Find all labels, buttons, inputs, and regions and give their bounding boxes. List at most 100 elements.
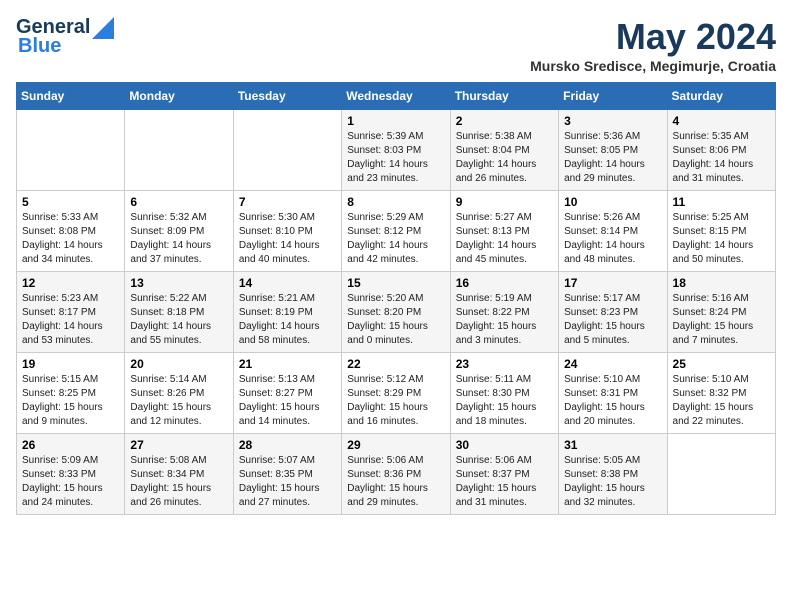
day-number: 26: [22, 438, 119, 452]
day-info: Sunrise: 5:13 AM Sunset: 8:27 PM Dayligh…: [239, 373, 336, 429]
day-number: 19: [22, 357, 119, 371]
day-number: 28: [239, 438, 336, 452]
day-info: Sunrise: 5:36 AM Sunset: 8:05 PM Dayligh…: [564, 130, 661, 186]
day-number: 2: [456, 114, 553, 128]
calendar-body: 1 Sunrise: 5:39 AM Sunset: 8:03 PM Daylig…: [17, 110, 776, 515]
calendar-day-6: 6 Sunrise: 5:32 AM Sunset: 8:09 PM Daylig…: [125, 191, 233, 272]
day-number: 13: [130, 276, 227, 290]
calendar-day-10: 10 Sunrise: 5:26 AM Sunset: 8:14 PM Dayli…: [559, 191, 667, 272]
day-number: 15: [347, 276, 444, 290]
title-block: May 2024 Mursko Sredisce, Megimurje, Cro…: [530, 16, 776, 74]
day-number: 1: [347, 114, 444, 128]
logo: General Blue: [16, 16, 114, 58]
day-info: Sunrise: 5:10 AM Sunset: 8:31 PM Dayligh…: [564, 373, 661, 429]
day-number: 18: [673, 276, 770, 290]
day-info: Sunrise: 5:21 AM Sunset: 8:19 PM Dayligh…: [239, 292, 336, 348]
day-info: Sunrise: 5:20 AM Sunset: 8:20 PM Dayligh…: [347, 292, 444, 348]
day-number: 17: [564, 276, 661, 290]
calendar-day-7: 7 Sunrise: 5:30 AM Sunset: 8:10 PM Daylig…: [233, 191, 341, 272]
day-number: 25: [673, 357, 770, 371]
day-info: Sunrise: 5:32 AM Sunset: 8:09 PM Dayligh…: [130, 211, 227, 267]
calendar-day-19: 19 Sunrise: 5:15 AM Sunset: 8:25 PM Dayli…: [17, 353, 125, 434]
header-day-wednesday: Wednesday: [342, 83, 450, 110]
day-info: Sunrise: 5:16 AM Sunset: 8:24 PM Dayligh…: [673, 292, 770, 348]
day-info: Sunrise: 5:25 AM Sunset: 8:15 PM Dayligh…: [673, 211, 770, 267]
calendar-day-31: 31 Sunrise: 5:05 AM Sunset: 8:38 PM Dayli…: [559, 434, 667, 515]
calendar-day-23: 23 Sunrise: 5:11 AM Sunset: 8:30 PM Dayli…: [450, 353, 558, 434]
day-number: 31: [564, 438, 661, 452]
day-number: 10: [564, 195, 661, 209]
day-info: Sunrise: 5:15 AM Sunset: 8:25 PM Dayligh…: [22, 373, 119, 429]
calendar-day-28: 28 Sunrise: 5:07 AM Sunset: 8:35 PM Dayli…: [233, 434, 341, 515]
calendar-week-3: 12 Sunrise: 5:23 AM Sunset: 8:17 PM Dayli…: [17, 272, 776, 353]
calendar-day-empty: [667, 434, 775, 515]
calendar-day-12: 12 Sunrise: 5:23 AM Sunset: 8:17 PM Dayli…: [17, 272, 125, 353]
day-info: Sunrise: 5:39 AM Sunset: 8:03 PM Dayligh…: [347, 130, 444, 186]
header-day-saturday: Saturday: [667, 83, 775, 110]
day-info: Sunrise: 5:10 AM Sunset: 8:32 PM Dayligh…: [673, 373, 770, 429]
day-info: Sunrise: 5:23 AM Sunset: 8:17 PM Dayligh…: [22, 292, 119, 348]
calendar-day-11: 11Sunrise: 5:25 AM Sunset: 8:15 PM Dayli…: [667, 191, 775, 272]
calendar-header: SundayMondayTuesdayWednesdayThursdayFrid…: [17, 83, 776, 110]
day-number: 7: [239, 195, 336, 209]
day-info: Sunrise: 5:06 AM Sunset: 8:36 PM Dayligh…: [347, 454, 444, 510]
day-number: 9: [456, 195, 553, 209]
day-number: 30: [456, 438, 553, 452]
day-number: 16: [456, 276, 553, 290]
calendar-day-1: 1 Sunrise: 5:39 AM Sunset: 8:03 PM Daylig…: [342, 110, 450, 191]
calendar-day-empty: [17, 110, 125, 191]
day-info: Sunrise: 5:30 AM Sunset: 8:10 PM Dayligh…: [239, 211, 336, 267]
calendar-day-30: 30 Sunrise: 5:06 AM Sunset: 8:37 PM Dayli…: [450, 434, 558, 515]
day-info: Sunrise: 5:27 AM Sunset: 8:13 PM Dayligh…: [456, 211, 553, 267]
calendar-day-8: 8Sunrise: 5:29 AM Sunset: 8:12 PM Daylig…: [342, 191, 450, 272]
calendar-week-5: 26 Sunrise: 5:09 AM Sunset: 8:33 PM Dayli…: [17, 434, 776, 515]
calendar-day-22: 22Sunrise: 5:12 AM Sunset: 8:29 PM Dayli…: [342, 353, 450, 434]
calendar-week-4: 19 Sunrise: 5:15 AM Sunset: 8:25 PM Dayli…: [17, 353, 776, 434]
day-info: Sunrise: 5:06 AM Sunset: 8:37 PM Dayligh…: [456, 454, 553, 510]
day-number: 3: [564, 114, 661, 128]
calendar-day-21: 21 Sunrise: 5:13 AM Sunset: 8:27 PM Dayli…: [233, 353, 341, 434]
day-info: Sunrise: 5:07 AM Sunset: 8:35 PM Dayligh…: [239, 454, 336, 510]
calendar-day-5: 5 Sunrise: 5:33 AM Sunset: 8:08 PM Daylig…: [17, 191, 125, 272]
day-number: 12: [22, 276, 119, 290]
day-info: Sunrise: 5:09 AM Sunset: 8:33 PM Dayligh…: [22, 454, 119, 510]
day-number: 27: [130, 438, 227, 452]
day-info: Sunrise: 5:38 AM Sunset: 8:04 PM Dayligh…: [456, 130, 553, 186]
calendar-day-18: 18 Sunrise: 5:16 AM Sunset: 8:24 PM Dayli…: [667, 272, 775, 353]
calendar-day-empty: [125, 110, 233, 191]
day-number: 5: [22, 195, 119, 209]
day-info: Sunrise: 5:17 AM Sunset: 8:23 PM Dayligh…: [564, 292, 661, 348]
calendar-week-1: 1 Sunrise: 5:39 AM Sunset: 8:03 PM Daylig…: [17, 110, 776, 191]
calendar-day-16: 16 Sunrise: 5:19 AM Sunset: 8:22 PM Dayli…: [450, 272, 558, 353]
calendar-day-9: 9 Sunrise: 5:27 AM Sunset: 8:13 PM Daylig…: [450, 191, 558, 272]
calendar-day-empty: [233, 110, 341, 191]
calendar-table: SundayMondayTuesdayWednesdayThursdayFrid…: [16, 82, 776, 515]
header-row: SundayMondayTuesdayWednesdayThursdayFrid…: [17, 83, 776, 110]
day-number: 20: [130, 357, 227, 371]
day-number: 6: [130, 195, 227, 209]
day-info: Sunrise: 5:08 AM Sunset: 8:34 PM Dayligh…: [130, 454, 227, 510]
logo-blue: Blue: [18, 35, 61, 58]
day-info: Sunrise: 5:35 AM Sunset: 8:06 PM Dayligh…: [673, 130, 770, 186]
day-number: 24: [564, 357, 661, 371]
day-number: 21: [239, 357, 336, 371]
calendar-day-4: 4Sunrise: 5:35 AM Sunset: 8:06 PM Daylig…: [667, 110, 775, 191]
calendar-week-2: 5 Sunrise: 5:33 AM Sunset: 8:08 PM Daylig…: [17, 191, 776, 272]
day-info: Sunrise: 5:05 AM Sunset: 8:38 PM Dayligh…: [564, 454, 661, 510]
day-info: Sunrise: 5:19 AM Sunset: 8:22 PM Dayligh…: [456, 292, 553, 348]
calendar-day-15: 15 Sunrise: 5:20 AM Sunset: 8:20 PM Dayli…: [342, 272, 450, 353]
day-info: Sunrise: 5:12 AM Sunset: 8:29 PM Dayligh…: [347, 373, 444, 429]
day-info: Sunrise: 5:11 AM Sunset: 8:30 PM Dayligh…: [456, 373, 553, 429]
location: Mursko Sredisce, Megimurje, Croatia: [530, 58, 776, 74]
calendar-day-27: 27 Sunrise: 5:08 AM Sunset: 8:34 PM Dayli…: [125, 434, 233, 515]
day-info: Sunrise: 5:33 AM Sunset: 8:08 PM Dayligh…: [22, 211, 119, 267]
calendar-day-24: 24 Sunrise: 5:10 AM Sunset: 8:31 PM Dayli…: [559, 353, 667, 434]
day-number: 29: [347, 438, 444, 452]
header-day-friday: Friday: [559, 83, 667, 110]
day-info: Sunrise: 5:29 AM Sunset: 8:12 PM Dayligh…: [347, 211, 444, 267]
page-header: General Blue May 2024 Mursko Sredisce, M…: [16, 16, 776, 74]
day-info: Sunrise: 5:26 AM Sunset: 8:14 PM Dayligh…: [564, 211, 661, 267]
day-number: 23: [456, 357, 553, 371]
day-number: 14: [239, 276, 336, 290]
day-info: Sunrise: 5:22 AM Sunset: 8:18 PM Dayligh…: [130, 292, 227, 348]
